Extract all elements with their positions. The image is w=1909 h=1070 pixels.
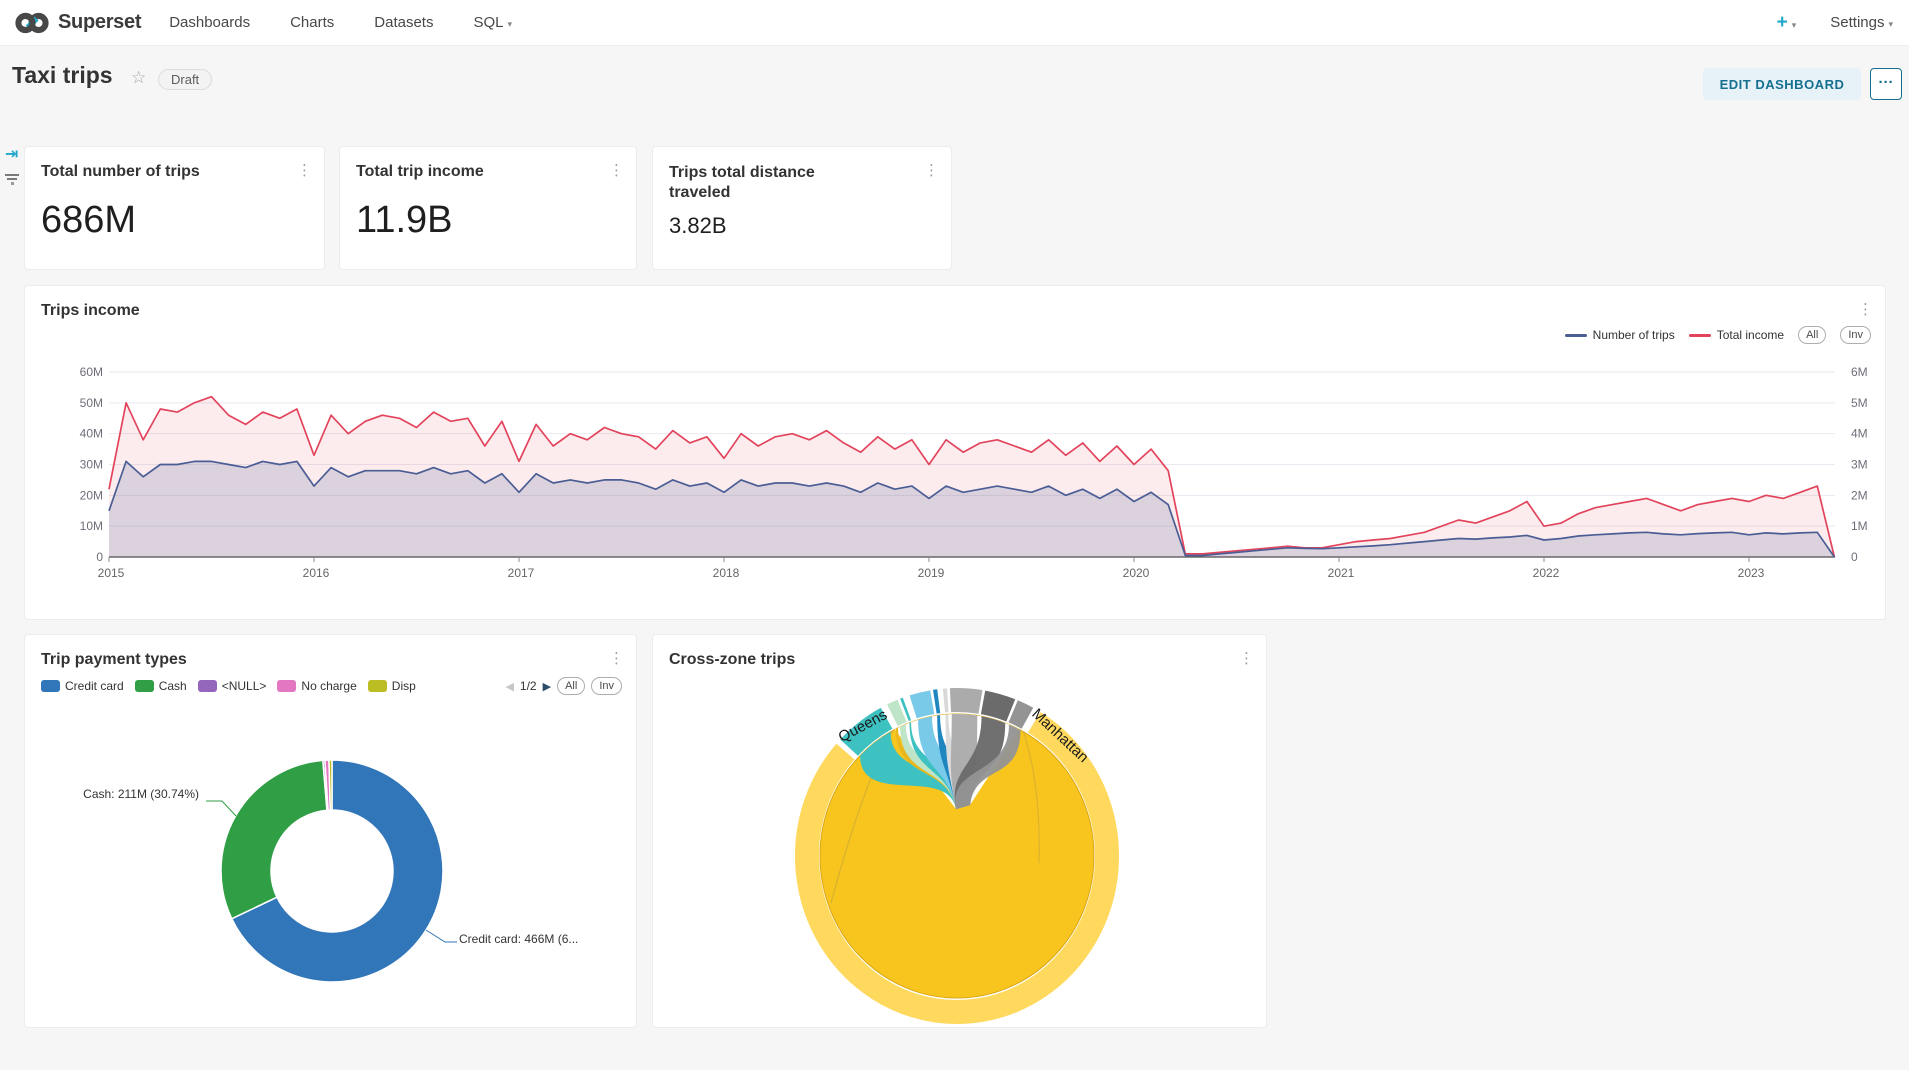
dashboard-header: Taxi trips ☆ Draft xyxy=(0,46,1909,110)
brand-name: Superset xyxy=(58,11,141,34)
nav-item-sql[interactable]: SQL▾ xyxy=(473,14,512,31)
legend-swatch xyxy=(135,680,154,692)
favorite-star-icon[interactable]: ☆ xyxy=(131,68,146,88)
svg-text:30M: 30M xyxy=(80,458,103,472)
kebab-menu-icon[interactable]: ⋮ xyxy=(609,161,624,179)
svg-text:4M: 4M xyxy=(1851,427,1868,441)
kebab-menu-icon[interactable]: ⋮ xyxy=(924,161,939,179)
legend-item-credit-card[interactable]: Credit card xyxy=(41,679,124,693)
legend-inv-button[interactable]: Inv xyxy=(591,677,622,695)
kpi-title: Total trip income xyxy=(356,163,484,181)
legend-prev-icon[interactable]: ◀ xyxy=(505,680,513,693)
legend-item-disp[interactable]: Disp xyxy=(368,679,416,693)
svg-text:10M: 10M xyxy=(80,519,103,533)
superset-logo[interactable]: Superset xyxy=(14,8,141,38)
legend-swatch xyxy=(277,680,296,692)
legend-item-no-charge[interactable]: No charge xyxy=(277,679,356,693)
svg-text:2017: 2017 xyxy=(508,566,535,580)
superset-infinity-icon xyxy=(14,8,50,38)
kpi-card-total-trips: Total number of trips ⋮ 686M xyxy=(24,146,325,270)
trips-income-card: Trips income ⋮ Number of trips Total inc… xyxy=(24,285,1886,620)
legend-item-cash[interactable]: Cash xyxy=(135,679,187,693)
kpi-card-trip-income: Total trip income ⋮ 11.9B xyxy=(339,146,637,270)
svg-text:60M: 60M xyxy=(80,365,103,379)
edit-dashboard-button[interactable]: EDIT DASHBOARD xyxy=(1703,68,1861,100)
plus-icon: + xyxy=(1777,12,1788,33)
donut-callout-cash: Cash: 211M (30.74%) xyxy=(83,787,199,801)
svg-text:2022: 2022 xyxy=(1533,566,1560,580)
kpi-value: 3.82B xyxy=(669,213,727,239)
trips-income-chart[interactable]: 60M 6M 50M 5M 40M 4M 30M 3M 20M 2M 10M 1M 0 0 2015 2016… xyxy=(25,286,1885,619)
top-nav: Superset Dashboards Charts Datasets SQL▾… xyxy=(0,0,1909,46)
kpi-card-total-distance: Trips total distance traveled ⋮ 3.82B xyxy=(652,146,952,270)
legend-swatch xyxy=(198,680,217,692)
kpi-value: 11.9B xyxy=(356,199,452,242)
payment-types-card: Trip payment types ⋮ Credit card Cash <N… xyxy=(24,634,637,1028)
nav-menu: Dashboards Charts Datasets SQL▾ xyxy=(169,14,512,31)
settings-menu[interactable]: Settings▾ xyxy=(1830,14,1893,32)
legend-swatch xyxy=(368,680,387,692)
filter-bar-1 xyxy=(5,174,19,176)
svg-text:2018: 2018 xyxy=(713,566,740,580)
svg-text:40M: 40M xyxy=(80,427,103,441)
filter-dot xyxy=(11,182,14,185)
chevron-down-icon: ▾ xyxy=(1792,21,1797,31)
svg-text:2020: 2020 xyxy=(1123,566,1150,580)
legend-all-button[interactable]: All xyxy=(557,677,585,695)
chevron-down-icon: ▾ xyxy=(1888,20,1893,30)
svg-text:3M: 3M xyxy=(1851,458,1868,472)
legend-page-number: 1/2 xyxy=(520,679,537,693)
svg-text:1M: 1M xyxy=(1851,519,1868,533)
filter-icon[interactable] xyxy=(4,174,20,185)
legend-pager: ◀ 1/2 ▶ All Inv xyxy=(505,677,622,695)
legend-item-null[interactable]: <NULL> xyxy=(198,679,267,693)
cross-zone-card: Cross-zone trips ⋮ QueensManhattan xyxy=(652,634,1267,1028)
svg-text:0: 0 xyxy=(1851,550,1858,564)
nav-item-dashboards[interactable]: Dashboards xyxy=(169,14,250,31)
donut-callout-credit: Credit card: 466M (6... xyxy=(459,932,578,946)
svg-text:0: 0 xyxy=(96,550,103,564)
nav-item-charts[interactable]: Charts xyxy=(290,14,334,31)
svg-text:50M: 50M xyxy=(80,396,103,410)
svg-text:2016: 2016 xyxy=(303,566,330,580)
svg-text:2023: 2023 xyxy=(1738,566,1765,580)
kpi-value: 686M xyxy=(41,199,136,242)
kebab-menu-icon[interactable]: ⋮ xyxy=(609,649,624,667)
legend-next-icon[interactable]: ▶ xyxy=(543,680,551,693)
legend-swatch xyxy=(41,680,60,692)
payment-donut-chart[interactable] xyxy=(25,705,636,1027)
svg-text:2M: 2M xyxy=(1851,488,1868,502)
status-badge: Draft xyxy=(158,69,212,90)
kpi-title: Trips total distance traveled xyxy=(669,163,879,203)
payment-legend: Credit card Cash <NULL> No charge Disp ◀… xyxy=(41,677,622,695)
chart-title: Trip payment types xyxy=(41,651,187,669)
cross-zone-chord-chart[interactable]: QueensManhattan xyxy=(653,635,1266,1027)
page-title: Taxi trips xyxy=(12,62,113,89)
kebab-menu-icon[interactable]: ⋮ xyxy=(297,161,312,179)
chevron-down-icon: ▾ xyxy=(507,20,512,30)
expand-filter-bar-icon[interactable]: ⇥ xyxy=(5,144,18,163)
filter-bar-2 xyxy=(7,178,17,180)
kpi-title: Total number of trips xyxy=(41,163,200,181)
svg-text:2015: 2015 xyxy=(98,566,125,580)
svg-text:2019: 2019 xyxy=(918,566,945,580)
dashboard-more-button[interactable]: ··· xyxy=(1870,68,1902,100)
nav-right: +▾ Settings▾ xyxy=(1777,12,1893,34)
svg-text:2021: 2021 xyxy=(1328,566,1355,580)
new-item-button[interactable]: +▾ xyxy=(1777,12,1797,34)
svg-text:6M: 6M xyxy=(1851,365,1868,379)
svg-text:5M: 5M xyxy=(1851,396,1868,410)
nav-item-datasets[interactable]: Datasets xyxy=(374,14,433,31)
svg-text:20M: 20M xyxy=(80,488,103,502)
